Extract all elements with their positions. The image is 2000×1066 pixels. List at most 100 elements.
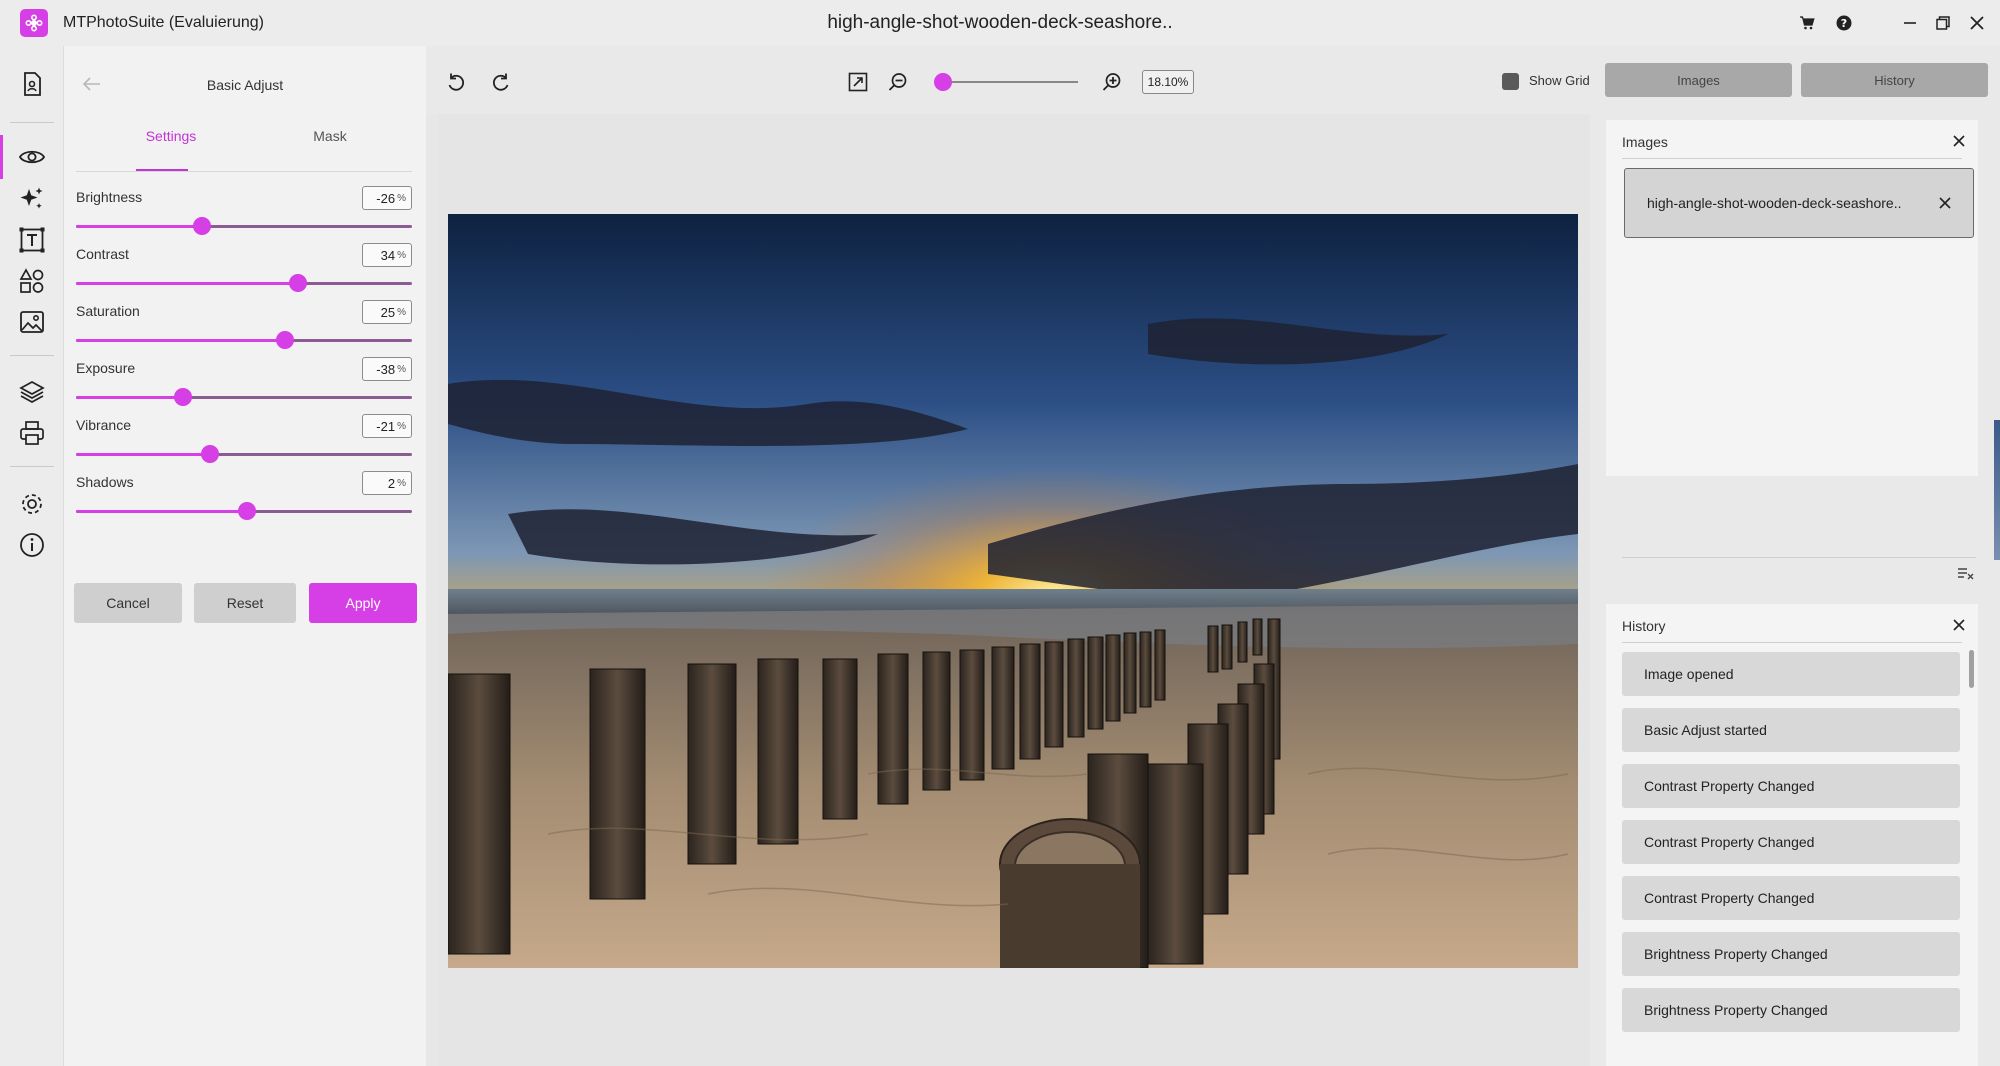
shapes-icon[interactable]	[14, 263, 50, 299]
slider-unit: %	[397, 363, 406, 375]
open-file-icon[interactable]	[14, 66, 50, 102]
slider-label: Contrast	[76, 246, 129, 262]
rail-divider	[10, 355, 54, 356]
history-item[interactable]: Brightness Property Changed	[1622, 932, 1960, 976]
reset-button[interactable]: Reset	[194, 583, 296, 623]
slider-value-input[interactable]: 2%	[362, 471, 412, 495]
history-scrollbar[interactable]	[1969, 650, 1974, 688]
slider-track[interactable]	[76, 388, 412, 406]
slider-value: 34	[380, 247, 396, 263]
images-panel-close-icon[interactable]	[1950, 132, 1968, 150]
images-panel-divider	[1622, 158, 1962, 159]
history-panel-title: History	[1622, 618, 1666, 634]
images-panel-button[interactable]: Images	[1605, 63, 1792, 97]
basic-adjust-panel: Basic Adjust Settings Mask Brightness -26…	[64, 46, 426, 1066]
adjust-eye-icon[interactable]	[14, 139, 50, 175]
zoom-in-icon[interactable]	[1098, 68, 1126, 96]
slider-saturation: Saturation 25%	[76, 300, 414, 350]
cancel-button[interactable]: Cancel	[74, 583, 182, 623]
tab-mask[interactable]: Mask	[275, 128, 385, 144]
slider-thumb[interactable]	[192, 217, 211, 235]
minimize-icon[interactable]	[1897, 10, 1923, 36]
cart-icon[interactable]	[1794, 10, 1820, 36]
slider-value-input[interactable]: -38%	[362, 357, 412, 381]
tab-settings[interactable]: Settings	[116, 128, 226, 144]
history-item[interactable]: Basic Adjust started	[1622, 708, 1960, 752]
text-tool-icon[interactable]	[14, 222, 50, 258]
slider-value: -26	[376, 190, 396, 206]
slider-track[interactable]	[76, 502, 412, 520]
history-panel-close-icon[interactable]	[1950, 616, 1968, 634]
slider-value-input[interactable]: 34%	[362, 243, 412, 267]
history-item[interactable]: Brightness Property Changed	[1622, 988, 1960, 1032]
image-insert-icon[interactable]	[14, 304, 50, 340]
restore-icon[interactable]	[1930, 10, 1956, 36]
help-icon[interactable]: ?	[1831, 10, 1857, 36]
history-item[interactable]: Image opened	[1622, 652, 1960, 696]
image-close-icon[interactable]	[1935, 193, 1955, 213]
slider-value-input[interactable]: -26%	[362, 186, 412, 210]
title-bar: MTPhotoSuite (Evaluierung) high-angle-sh…	[0, 0, 2000, 46]
settings-gear-icon[interactable]	[14, 486, 50, 522]
effects-sparkle-icon[interactable]	[14, 181, 50, 217]
editing-canvas[interactable]	[438, 114, 1590, 1066]
zoom-slider[interactable]	[934, 73, 1078, 91]
slider-fill	[76, 282, 298, 285]
slider-thumb[interactable]	[237, 502, 256, 520]
images-panel-title: Images	[1622, 134, 1668, 150]
slider-label: Saturation	[76, 303, 140, 319]
history-panel: History Image opened Basic Adjust started…	[1606, 604, 1978, 1066]
slider-thumb[interactable]	[201, 445, 220, 463]
slider-thumb[interactable]	[275, 331, 294, 349]
photo-rendering	[448, 214, 1578, 968]
slider-fill	[76, 225, 202, 228]
slider-thumb[interactable]	[173, 388, 192, 406]
slider-unit: %	[397, 306, 406, 318]
slider-contrast: Contrast 34%	[76, 243, 414, 293]
slider-value: 2	[387, 475, 396, 491]
slider-unit: %	[397, 192, 406, 204]
tool-rail	[0, 46, 64, 1066]
history-list: Image opened Basic Adjust started Contrast…	[1622, 652, 1960, 1044]
slider-thumb[interactable]	[288, 274, 307, 292]
history-panel-button[interactable]: History	[1801, 63, 1988, 97]
photo-beach-sunset[interactable]	[448, 214, 1578, 968]
slider-track[interactable]	[76, 217, 412, 235]
print-icon[interactable]	[14, 415, 50, 451]
background-window-edge	[1994, 420, 2000, 560]
slider-value: -21	[376, 418, 396, 434]
zoom-slider-thumb[interactable]	[934, 73, 953, 91]
zoom-out-icon[interactable]	[884, 68, 912, 96]
slider-track[interactable]	[76, 331, 412, 349]
info-icon[interactable]	[14, 527, 50, 563]
slider-fill	[76, 339, 285, 342]
redo-icon[interactable]	[487, 68, 515, 96]
history-item[interactable]: Contrast Property Changed	[1622, 876, 1960, 920]
document-title: high-angle-shot-wooden-deck-seashore..	[827, 12, 1173, 33]
slider-label: Exposure	[76, 360, 136, 376]
panel-title: Basic Adjust	[206, 77, 284, 93]
layers-icon[interactable]	[14, 374, 50, 410]
slider-value-input[interactable]: -21%	[362, 414, 412, 438]
images-panel-footer-divider	[1622, 557, 1976, 558]
undo-icon[interactable]	[442, 68, 470, 96]
close-window-icon[interactable]	[1964, 10, 1990, 36]
canvas-toolbar: 18.10% Show Grid Images History	[426, 46, 2000, 114]
clear-list-icon[interactable]	[1957, 566, 1977, 582]
fit-to-screen-icon[interactable]	[844, 68, 872, 96]
image-list-item[interactable]: high-angle-shot-wooden-deck-seashore..	[1624, 168, 1974, 238]
slider-value-input[interactable]: 25%	[362, 300, 412, 324]
slider-value: 25	[380, 304, 396, 320]
slider-label: Vibrance	[76, 417, 132, 433]
apply-button[interactable]: Apply	[309, 583, 417, 623]
history-item[interactable]: Contrast Property Changed	[1622, 764, 1960, 808]
slider-vibrance: Vibrance -21%	[76, 414, 414, 464]
zoom-level[interactable]: 18.10%	[1142, 70, 1194, 94]
slider-fill	[76, 396, 183, 399]
history-item[interactable]: Contrast Property Changed	[1622, 820, 1960, 864]
show-grid-label: Show Grid	[1529, 73, 1590, 88]
show-grid-checkbox[interactable]	[1502, 73, 1519, 90]
slider-track[interactable]	[76, 445, 412, 463]
rail-divider	[10, 122, 54, 123]
slider-track[interactable]	[76, 274, 412, 292]
